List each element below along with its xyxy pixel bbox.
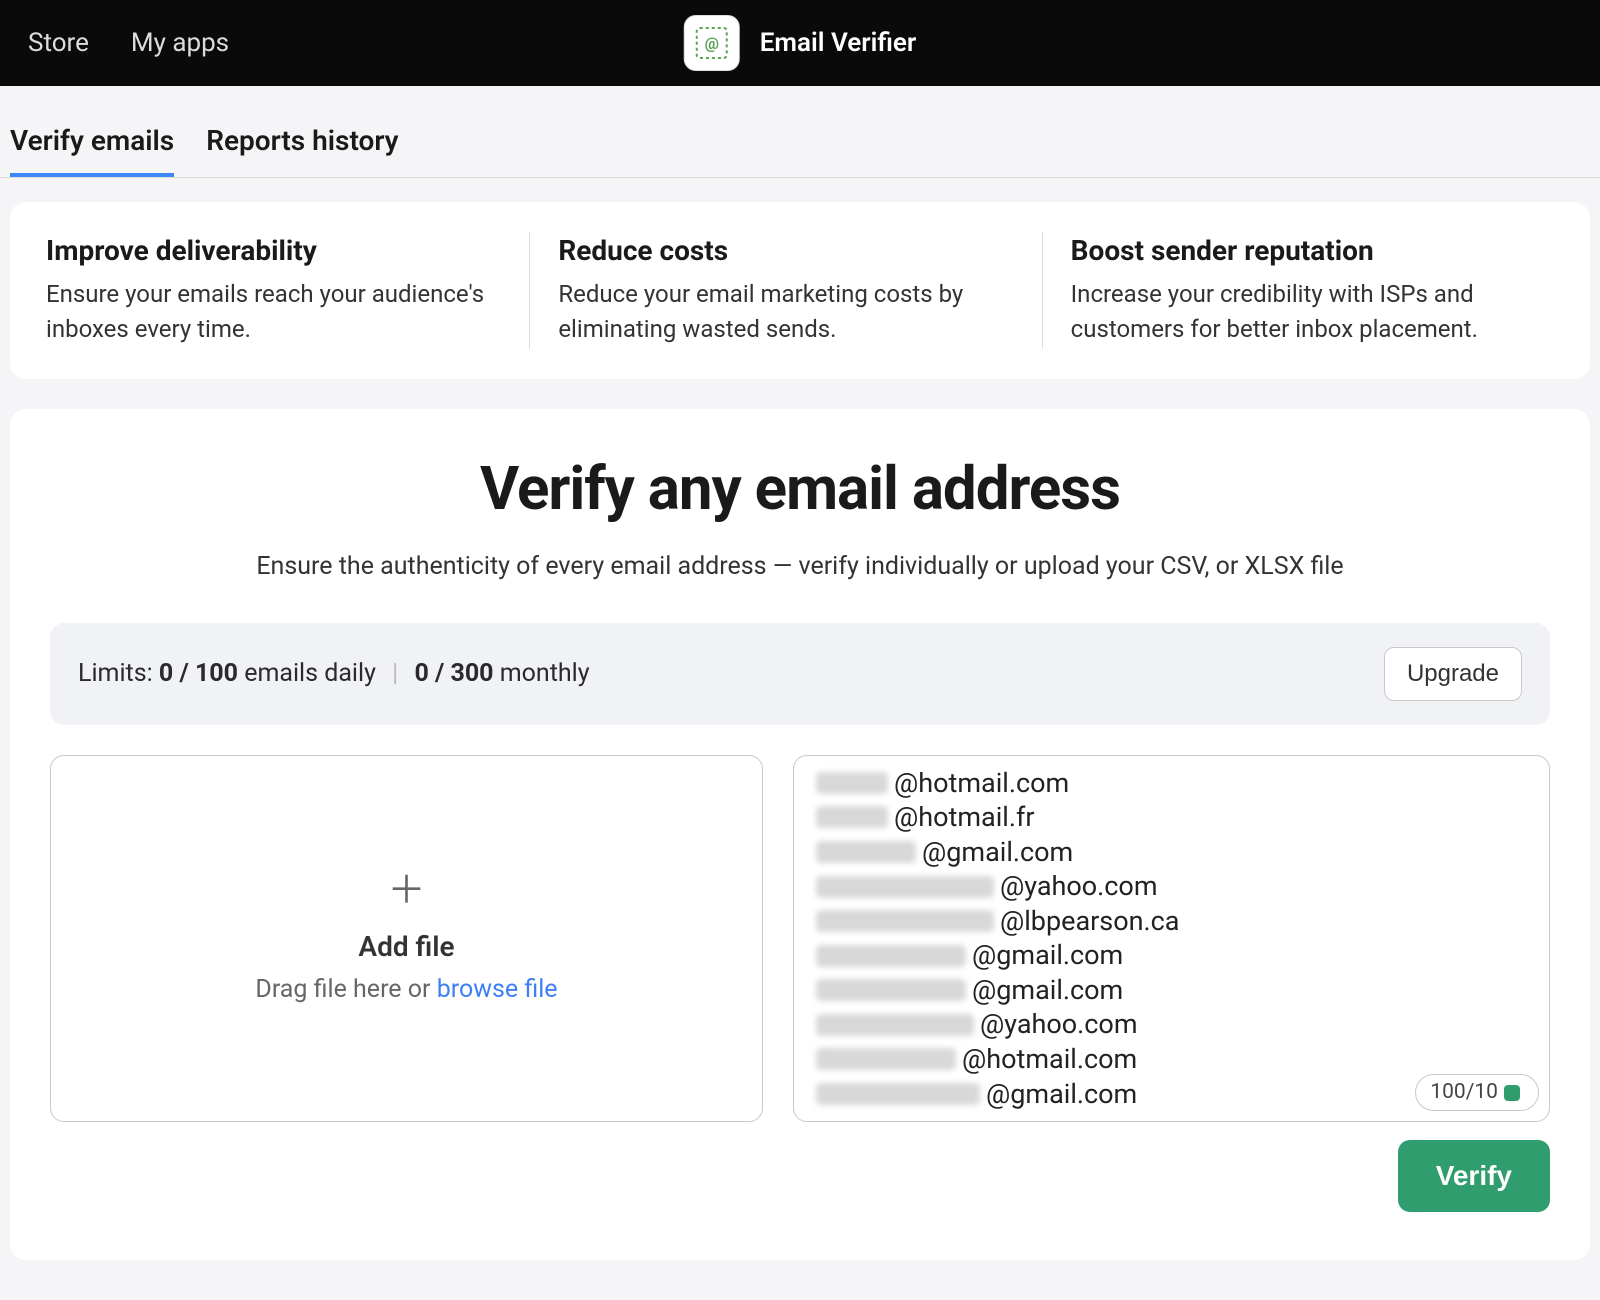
list-item: @hotmail.com xyxy=(816,766,1527,801)
redacted-local-part xyxy=(816,806,888,828)
benefits-card: Improve deliverability Ensure your email… xyxy=(10,202,1590,379)
svg-text:@: @ xyxy=(705,34,719,53)
content: Improve deliverability Ensure your email… xyxy=(0,178,1600,1300)
limits-label: Limits: xyxy=(78,659,153,688)
list-item: @lbpearson.ca xyxy=(816,904,1527,939)
emails-textarea[interactable]: @hotmail.com@hotmail.fr@gmail.com@yahoo.… xyxy=(793,755,1550,1122)
tabs: Verify emails Reports history xyxy=(0,86,1600,178)
redacted-local-part xyxy=(816,1048,956,1070)
email-domain: @yahoo.com xyxy=(980,1007,1138,1042)
nav-my-apps[interactable]: My apps xyxy=(131,28,229,58)
benefit-title: Reduce costs xyxy=(558,234,1013,267)
limits-text: Limits: 0 / 100 emails daily | 0 / 300 m… xyxy=(78,659,590,688)
email-domain: @gmail.com xyxy=(922,835,1073,870)
app-title: Email Verifier xyxy=(760,28,916,58)
benefit-reduce-costs: Reduce costs Reduce your email marketing… xyxy=(529,232,1041,349)
drag-text: Drag file here or browse file xyxy=(255,975,557,1004)
limits-monthly-used: 0 xyxy=(414,659,428,688)
redacted-local-part xyxy=(816,945,966,967)
list-item: @hotmail.fr xyxy=(816,800,1527,835)
panes: ＋ Add file Drag file here or browse file… xyxy=(50,755,1550,1122)
list-item: @gmail.com xyxy=(816,973,1527,1008)
top-nav: Store My apps xyxy=(28,28,229,58)
page-subtitle: Ensure the authenticity of every email a… xyxy=(50,552,1550,581)
email-domain: @hotmail.fr xyxy=(894,800,1035,835)
redacted-local-part xyxy=(816,979,966,1001)
browse-file-link[interactable]: browse file xyxy=(437,975,558,1004)
benefit-body: Increase your credibility with ISPs and … xyxy=(1071,277,1526,347)
email-domain: @gmail.com xyxy=(972,973,1123,1008)
app-logo-icon: @ xyxy=(684,15,740,71)
limits-daily-total: 100 xyxy=(195,659,238,688)
redacted-local-part xyxy=(816,772,888,794)
list-item: @gmail.com xyxy=(816,938,1527,973)
email-count-pill: 100/10 xyxy=(1415,1074,1539,1111)
limits-daily-suffix: emails daily xyxy=(244,659,376,688)
limits-bar: Limits: 0 / 100 emails daily | 0 / 300 m… xyxy=(50,623,1550,725)
benefit-body: Reduce your email marketing costs by eli… xyxy=(558,277,1013,347)
limits-monthly-suffix: monthly xyxy=(500,659,590,688)
list-item: @yahoo.com xyxy=(816,869,1527,904)
plus-icon: ＋ xyxy=(387,872,425,910)
benefit-deliverability: Improve deliverability Ensure your email… xyxy=(46,232,529,349)
nav-store[interactable]: Store xyxy=(28,28,89,58)
add-file-label: Add file xyxy=(358,930,454,963)
redacted-local-part xyxy=(816,841,916,863)
top-bar: Store My apps @ Email Verifier xyxy=(0,0,1600,86)
email-domain: @yahoo.com xyxy=(1000,869,1158,904)
list-item: @gmail.com xyxy=(816,835,1527,870)
drag-prefix: Drag file here or xyxy=(255,975,436,1004)
upload-dropzone[interactable]: ＋ Add file Drag file here or browse file xyxy=(50,755,763,1122)
benefit-title: Improve deliverability xyxy=(46,234,501,267)
verify-button[interactable]: Verify xyxy=(1398,1140,1550,1212)
tab-reports-history[interactable]: Reports history xyxy=(206,124,398,177)
limits-daily-used: 0 xyxy=(159,659,173,688)
redacted-local-part xyxy=(816,910,994,932)
email-domain: @hotmail.com xyxy=(962,1042,1137,1077)
redacted-local-part xyxy=(816,1014,974,1036)
redacted-local-part xyxy=(816,1083,980,1105)
list-item: @yahoo.com xyxy=(816,1007,1527,1042)
limits-divider: | xyxy=(392,659,398,688)
tab-verify-emails[interactable]: Verify emails xyxy=(10,124,174,177)
verify-row: Verify xyxy=(50,1140,1550,1212)
page-title: Verify any email address xyxy=(50,453,1550,524)
redacted-local-part xyxy=(816,876,994,898)
resize-handle-icon[interactable] xyxy=(1504,1085,1520,1101)
email-domain: @gmail.com xyxy=(986,1077,1137,1112)
benefit-title: Boost sender reputation xyxy=(1071,234,1526,267)
email-domain: @hotmail.com xyxy=(894,766,1069,801)
list-item: @hotmail.com xyxy=(816,1042,1527,1077)
email-count-text: 100/10 xyxy=(1430,1079,1498,1106)
limits-monthly-total: 300 xyxy=(451,659,494,688)
verify-card: Verify any email address Ensure the auth… xyxy=(10,409,1590,1260)
upgrade-button[interactable]: Upgrade xyxy=(1384,647,1522,701)
email-domain: @lbpearson.ca xyxy=(1000,904,1179,939)
email-domain: @gmail.com xyxy=(972,938,1123,973)
benefit-body: Ensure your emails reach your audience's… xyxy=(46,277,501,347)
app-title-wrap: @ Email Verifier xyxy=(684,15,916,71)
benefit-sender-reputation: Boost sender reputation Increase your cr… xyxy=(1042,232,1554,349)
